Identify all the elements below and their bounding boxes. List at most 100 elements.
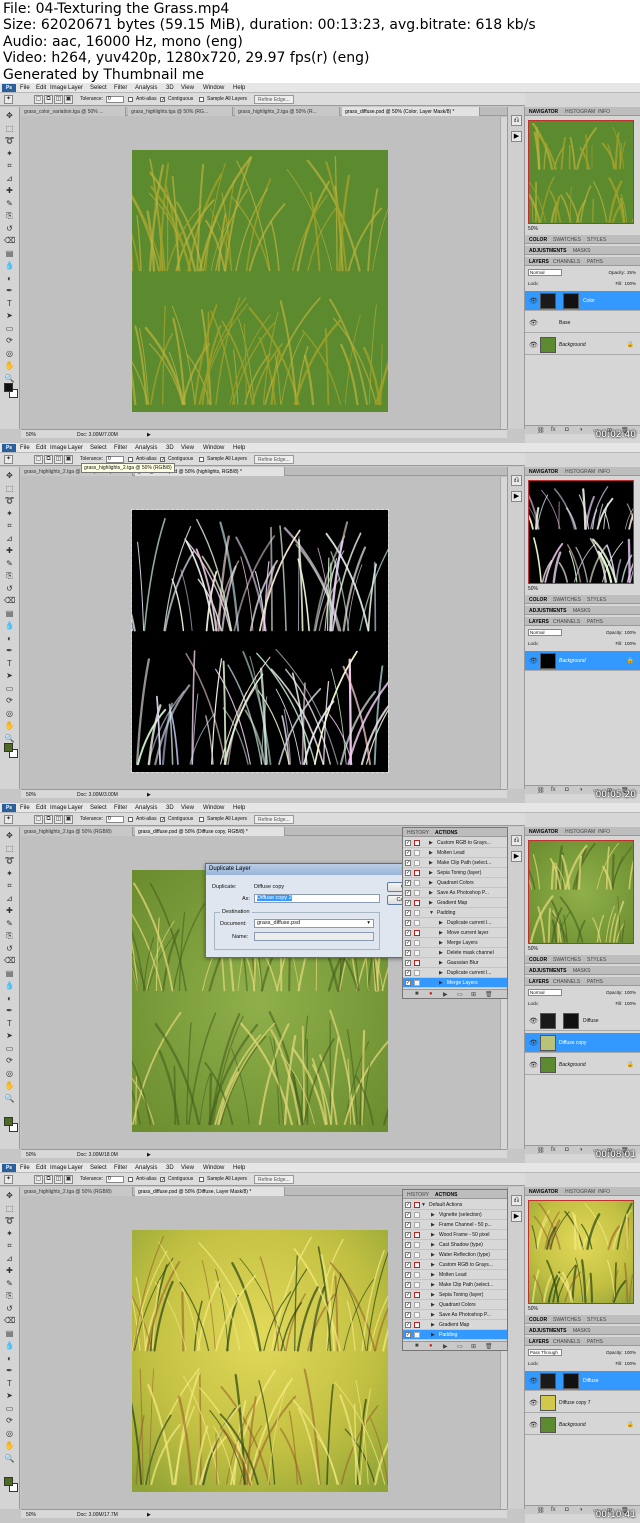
zoom-level[interactable]: 50%	[26, 1512, 36, 1518]
layer-name[interactable]: Background	[559, 1062, 586, 1068]
layer-name[interactable]: Background	[559, 658, 586, 664]
expand-triangle-icon[interactable]: ▶	[431, 1262, 435, 1268]
action-label[interactable]: Water Reflection (type)	[439, 1252, 490, 1258]
expand-triangle-icon[interactable]: ▶	[431, 1332, 435, 1338]
crop-icon[interactable]: ⌗	[4, 161, 15, 170]
blend-mode-select[interactable]: Normal	[528, 989, 562, 996]
document-tab[interactable]: grass_highlights_2.tga @ 50% (R...	[235, 107, 340, 116]
pen-icon[interactable]: ✒	[4, 1006, 15, 1015]
tab-swatches[interactable]: SWATCHES	[553, 957, 581, 963]
tab-styles[interactable]: STYLES	[587, 597, 606, 603]
action-label[interactable]: Move current layer	[447, 930, 488, 936]
expand-triangle-icon[interactable]: ▶	[431, 1222, 435, 1228]
crop-icon[interactable]: ⌗	[4, 1241, 15, 1250]
eraser-icon[interactable]: ⌫	[4, 236, 15, 245]
action-label[interactable]: Merge Layers	[447, 980, 478, 986]
vertical-scrollbar[interactable]	[500, 477, 507, 789]
layer-row[interactable]: 👁 Diffuse	[525, 1011, 640, 1031]
expand-triangle-icon[interactable]: ▶	[429, 850, 433, 856]
action-item[interactable]: ✓ ▶ Quadrant Colors	[403, 878, 507, 888]
blend-mode-select[interactable]: Pass Through	[528, 1349, 562, 1356]
action-toggle-checkbox[interactable]: ✓	[405, 1272, 411, 1278]
document-tab[interactable]: grass_highlights_2.tga @ 50% (RGB/8)	[21, 1187, 133, 1196]
visibility-eye-icon[interactable]: 👁	[529, 1061, 538, 1069]
action-label[interactable]: Padding	[437, 910, 455, 916]
menu-edit[interactable]: Edit	[36, 1164, 46, 1172]
add-mask-icon[interactable]: ◘	[565, 1507, 569, 1513]
action-label[interactable]: Vignette (selection)	[439, 1212, 482, 1218]
expand-triangle-icon[interactable]: ▶	[429, 890, 433, 896]
expand-triangle-icon[interactable]: ▶	[439, 920, 443, 926]
action-label[interactable]: Sepia Toning (layer)	[439, 1292, 483, 1298]
type-icon[interactable]: T	[4, 1379, 15, 1388]
navigator-thumbnail[interactable]	[528, 480, 634, 584]
contiguous-checkbox[interactable]: ✓	[160, 817, 165, 823]
layer-name[interactable]: Diffuse copy	[559, 1040, 586, 1046]
expand-triangle-icon[interactable]: ▼	[421, 1202, 426, 1208]
tab-channels[interactable]: CHANNELS	[553, 1339, 580, 1345]
move-icon[interactable]: ✥	[4, 1191, 15, 1200]
zoom-level[interactable]: 50%	[26, 792, 36, 798]
visibility-eye-icon[interactable]: 👁	[529, 297, 538, 305]
actions-panel-icon[interactable]: ▶	[511, 1211, 522, 1222]
tab-styles[interactable]: STYLES	[587, 957, 606, 963]
action-toggle-checkbox[interactable]: ✓	[405, 1292, 411, 1298]
opacity-value[interactable]: 25%	[627, 270, 636, 275]
tab-channels[interactable]: CHANNELS	[553, 619, 580, 625]
shape-icon[interactable]: ▭	[4, 684, 15, 693]
blur-icon[interactable]: 💧	[4, 981, 15, 990]
tab-paths[interactable]: PATHS	[587, 979, 603, 985]
path-select-icon[interactable]: ➤	[4, 311, 15, 320]
fx-icon[interactable]: fx	[551, 1147, 556, 1153]
action-dialog-toggle[interactable]	[414, 1302, 420, 1308]
brush-icon[interactable]: ✎	[4, 559, 15, 568]
action-dialog-toggle[interactable]	[414, 960, 420, 966]
layer-row[interactable]: 👁 Background 🔒	[525, 1415, 640, 1435]
navigator-zoom[interactable]: 50%	[528, 946, 538, 952]
tab-actions[interactable]: ACTIONS	[435, 830, 458, 836]
blur-icon[interactable]: 💧	[4, 1341, 15, 1350]
magic-wand-icon[interactable]: ✦	[4, 149, 15, 158]
tab-masks[interactable]: MASKS	[573, 1328, 591, 1334]
action-dialog-toggle[interactable]	[414, 1212, 420, 1218]
magic-wand-icon[interactable]: ✦	[4, 509, 15, 518]
action-toggle-checkbox[interactable]: ✓	[405, 1262, 411, 1268]
layer-row[interactable]: 👁 Base	[525, 313, 640, 333]
sample-all-checkbox[interactable]	[199, 1177, 204, 1182]
magic-wand-icon[interactable]: ✦	[4, 1229, 15, 1238]
tab-adjustments[interactable]: ADJUSTMENTS	[529, 248, 567, 254]
tab-color[interactable]: COLOR	[529, 597, 547, 603]
name-input[interactable]	[254, 932, 374, 941]
new-set-icon[interactable]: ▭	[457, 1343, 463, 1350]
action-label[interactable]: Delete mask channel	[447, 950, 494, 956]
link-layers-icon[interactable]: ⛓	[537, 427, 545, 434]
action-label[interactable]: Cast Shadow (type)	[439, 1242, 483, 1248]
magic-wand-icon[interactable]: ✦	[4, 869, 15, 878]
history-panel-icon[interactable]: ⎌	[511, 115, 522, 126]
menu-help[interactable]: Help	[233, 444, 245, 452]
add-selection-icon[interactable]: ⧉	[44, 95, 53, 104]
action-label[interactable]: Gradient Map	[439, 1322, 469, 1328]
action-item[interactable]: ✓ ▶ Duplicate current l...	[403, 968, 507, 978]
tab-navigator[interactable]: NAVIGATOR	[529, 109, 558, 115]
blur-icon[interactable]: 💧	[4, 261, 15, 270]
tab-info[interactable]: INFO	[598, 1189, 610, 1195]
expand-triangle-icon[interactable]: ▶	[431, 1322, 435, 1328]
document-image[interactable]	[131, 509, 389, 773]
expand-triangle-icon[interactable]: ▶	[439, 940, 443, 946]
new-set-icon[interactable]: ▭	[457, 991, 463, 998]
new-selection-icon[interactable]: ▢	[34, 95, 43, 104]
action-label[interactable]: Custom RGB to Grays...	[437, 840, 491, 846]
action-dialog-toggle[interactable]	[414, 1232, 420, 1238]
fx-icon[interactable]: fx	[551, 787, 556, 793]
tab-info[interactable]: INFO	[598, 469, 610, 475]
menu-view[interactable]: View	[181, 444, 194, 452]
lasso-icon[interactable]: ➰	[4, 856, 15, 865]
action-toggle-checkbox[interactable]: ✓	[405, 1222, 411, 1228]
layer-row[interactable]: 👁 Background 🔒	[525, 651, 640, 671]
menu-layer[interactable]: Layer	[68, 84, 83, 92]
marquee-icon[interactable]: ⬚	[4, 1204, 15, 1213]
tab-color[interactable]: COLOR	[529, 957, 547, 963]
tab-swatches[interactable]: SWATCHES	[553, 1317, 581, 1323]
action-toggle-checkbox[interactable]: ✓	[405, 970, 411, 976]
